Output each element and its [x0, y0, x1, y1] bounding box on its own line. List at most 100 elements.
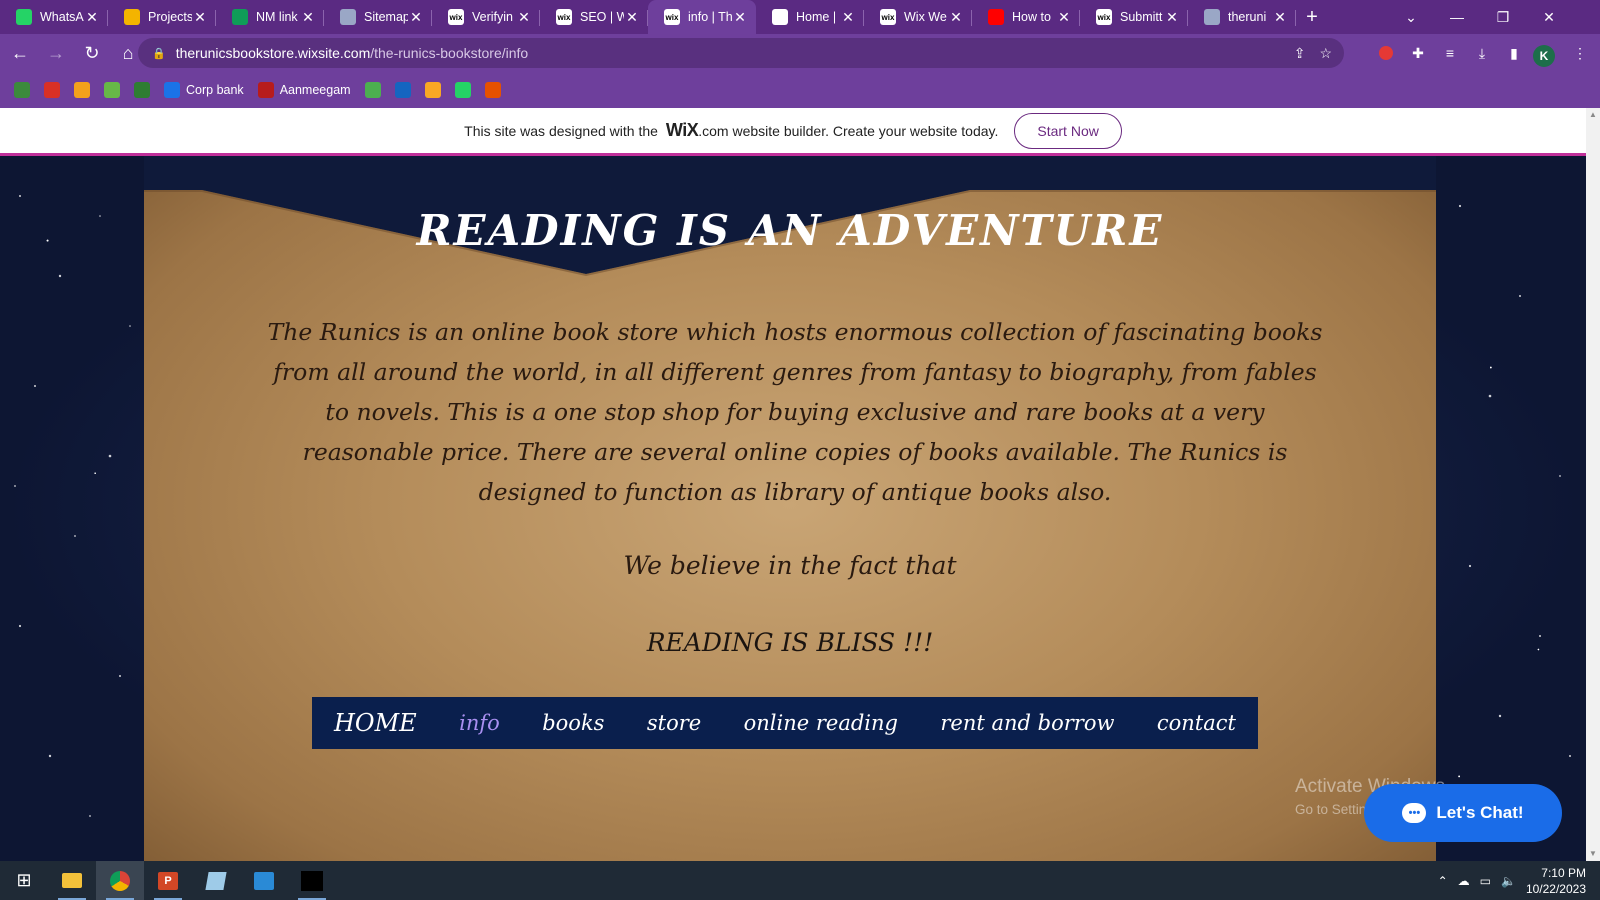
terminal-icon[interactable]: [288, 861, 336, 900]
close-tab-icon[interactable]: ✕: [84, 9, 100, 26]
wix-icon: wix: [556, 9, 572, 25]
extensions-puzzle-icon[interactable]: ✚: [1406, 41, 1430, 65]
close-window-button[interactable]: ✕: [1526, 0, 1572, 34]
minimize-button[interactable]: —: [1434, 0, 1480, 34]
belief-text: We believe in the fact that: [623, 551, 957, 580]
browser-tab[interactable]: wix Verifyin ✕: [432, 0, 540, 34]
tab-search-icon[interactable]: ⌄: [1388, 0, 1434, 34]
bookmark-item[interactable]: Aanmeegam: [257, 82, 351, 98]
close-tab-icon[interactable]: ✕: [192, 9, 208, 26]
wix-icon: wix: [1096, 9, 1112, 25]
youtube-icon: [988, 9, 1004, 25]
browser-tab[interactable]: wix SEO | W ✕: [540, 0, 648, 34]
start-now-button[interactable]: Start Now: [1014, 112, 1122, 149]
back-button[interactable]: ←: [4, 37, 36, 69]
system-tray: ⌃ ☁ ▭ 🔈 7:10 PM 10/22/2023: [1438, 861, 1600, 900]
scroll-up-arrow-icon[interactable]: ▲: [1586, 108, 1600, 122]
nav-item-books[interactable]: books: [530, 711, 616, 735]
photos-icon[interactable]: [240, 861, 288, 900]
powerpoint-icon[interactable]: P: [144, 861, 192, 900]
bookmark-item[interactable]: [484, 82, 501, 98]
browser-tab[interactable]: Projects ✕: [108, 0, 216, 34]
browser-tab[interactable]: Sitemap ✕: [324, 0, 432, 34]
lets-chat-label: Let's Chat!: [1436, 803, 1524, 822]
lets-chat-button[interactable]: ••• Let's Chat!: [1364, 784, 1562, 842]
bookmark-item[interactable]: Corp bank: [164, 82, 244, 98]
lock-icon: 🔒: [152, 47, 166, 60]
page-headline: READING IS AN ADVENTURE: [416, 206, 1164, 255]
scroll-down-arrow-icon[interactable]: ▼: [1586, 847, 1600, 861]
close-tab-icon[interactable]: ✕: [1272, 9, 1288, 26]
browser-tab[interactable]: Home | ✕: [756, 0, 864, 34]
reload-button[interactable]: ↻: [76, 37, 108, 69]
address-bar[interactable]: 🔒 therunicsbookstore.wixsite.com/the-run…: [138, 38, 1344, 68]
browser-tab[interactable]: wix Submitt ✕: [1080, 0, 1188, 34]
close-tab-icon[interactable]: ✕: [1164, 9, 1180, 26]
bookmark-item[interactable]: [424, 82, 441, 98]
close-tab-icon[interactable]: ✕: [408, 9, 424, 26]
gmail-icon: [44, 82, 60, 98]
bookmark-lotus-icon: [74, 82, 90, 98]
tab-title: SEO | W: [580, 10, 624, 24]
notepad-icon[interactable]: [192, 861, 240, 900]
tab-title: Home |: [796, 10, 837, 24]
network-icon[interactable]: ▭: [1480, 874, 1491, 888]
browser-menu-icon[interactable]: ⋮: [1568, 41, 1592, 65]
bookmark-item[interactable]: [74, 82, 90, 98]
taskbar-clock[interactable]: 7:10 PM 10/22/2023: [1526, 865, 1592, 897]
bookmark-leaf-icon: [104, 82, 120, 98]
wix-icon: wix: [664, 9, 680, 25]
side-panel-icon[interactable]: ▮: [1502, 41, 1526, 65]
new-tab-button[interactable]: +: [1296, 0, 1328, 34]
browser-tab[interactable]: WhatsA ✕: [0, 0, 108, 34]
close-tab-icon[interactable]: ✕: [948, 9, 964, 26]
close-tab-icon[interactable]: ✕: [624, 9, 640, 26]
chat-bubble-icon: •••: [1402, 803, 1427, 823]
extension-red-icon[interactable]: [1374, 41, 1398, 65]
volume-icon[interactable]: 🔈: [1501, 874, 1516, 888]
reading-list-icon[interactable]: ≡: [1438, 41, 1462, 65]
browser-tab[interactable]: theruni ✕: [1188, 0, 1296, 34]
bookmark-item[interactable]: [14, 82, 30, 98]
share-icon[interactable]: ⇪: [1294, 45, 1306, 62]
browser-tab[interactable]: wix info | Th ✕: [648, 0, 756, 34]
profile-avatar[interactable]: K: [1533, 45, 1555, 67]
tab-title: Sitemap: [364, 10, 408, 24]
bookmark-item[interactable]: [44, 82, 60, 98]
browser-tab[interactable]: How to ✕: [972, 0, 1080, 34]
file-explorer-icon[interactable]: [48, 861, 96, 900]
site-navigation: HOME info books store online reading rent and…: [312, 697, 1258, 749]
onedrive-icon[interactable]: ☁: [1458, 874, 1470, 888]
nav-item-online-reading[interactable]: online reading: [732, 711, 910, 735]
about-paragraph: The Runics is an online book store which…: [267, 318, 1323, 506]
nav-item-home[interactable]: HOME: [322, 709, 429, 737]
bookmark-green-icon: [14, 82, 30, 98]
download-icon[interactable]: ⤓: [1470, 41, 1494, 65]
bookmark-star-icon[interactable]: ☆: [1319, 45, 1332, 62]
nav-item-store[interactable]: store: [635, 711, 713, 735]
close-tab-icon[interactable]: ✕: [840, 9, 856, 26]
bookmark-item[interactable]: [134, 82, 150, 98]
forward-button[interactable]: →: [40, 37, 72, 69]
page-scrollbar[interactable]: ▲ ▼: [1586, 108, 1600, 861]
chrome-icon[interactable]: [96, 861, 144, 900]
close-tab-icon[interactable]: ✕: [732, 9, 748, 26]
tab-title: NM link: [256, 10, 298, 24]
close-tab-icon[interactable]: ✕: [300, 9, 316, 26]
nav-item-rent-and-borrow[interactable]: rent and borrow: [928, 711, 1126, 735]
browser-tab[interactable]: NM link ✕: [216, 0, 324, 34]
browser-tab[interactable]: wix Wix We ✕: [864, 0, 972, 34]
tagline-text: READING IS BLISS !!!: [646, 628, 934, 657]
restore-button[interactable]: ❐: [1480, 0, 1526, 34]
show-hidden-icons-icon[interactable]: ⌃: [1438, 874, 1448, 888]
windows-start-icon[interactable]: ⊞: [0, 861, 48, 900]
close-tab-icon[interactable]: ✕: [1056, 9, 1072, 26]
tab-title: Projects: [148, 10, 192, 24]
nav-item-contact[interactable]: contact: [1145, 711, 1248, 735]
bookmark-item[interactable]: [394, 82, 411, 98]
bookmark-item[interactable]: [454, 82, 471, 98]
close-tab-icon[interactable]: ✕: [516, 9, 532, 26]
bookmark-item[interactable]: [364, 82, 381, 98]
bookmark-item[interactable]: [104, 82, 120, 98]
nav-item-info[interactable]: info: [447, 711, 512, 735]
